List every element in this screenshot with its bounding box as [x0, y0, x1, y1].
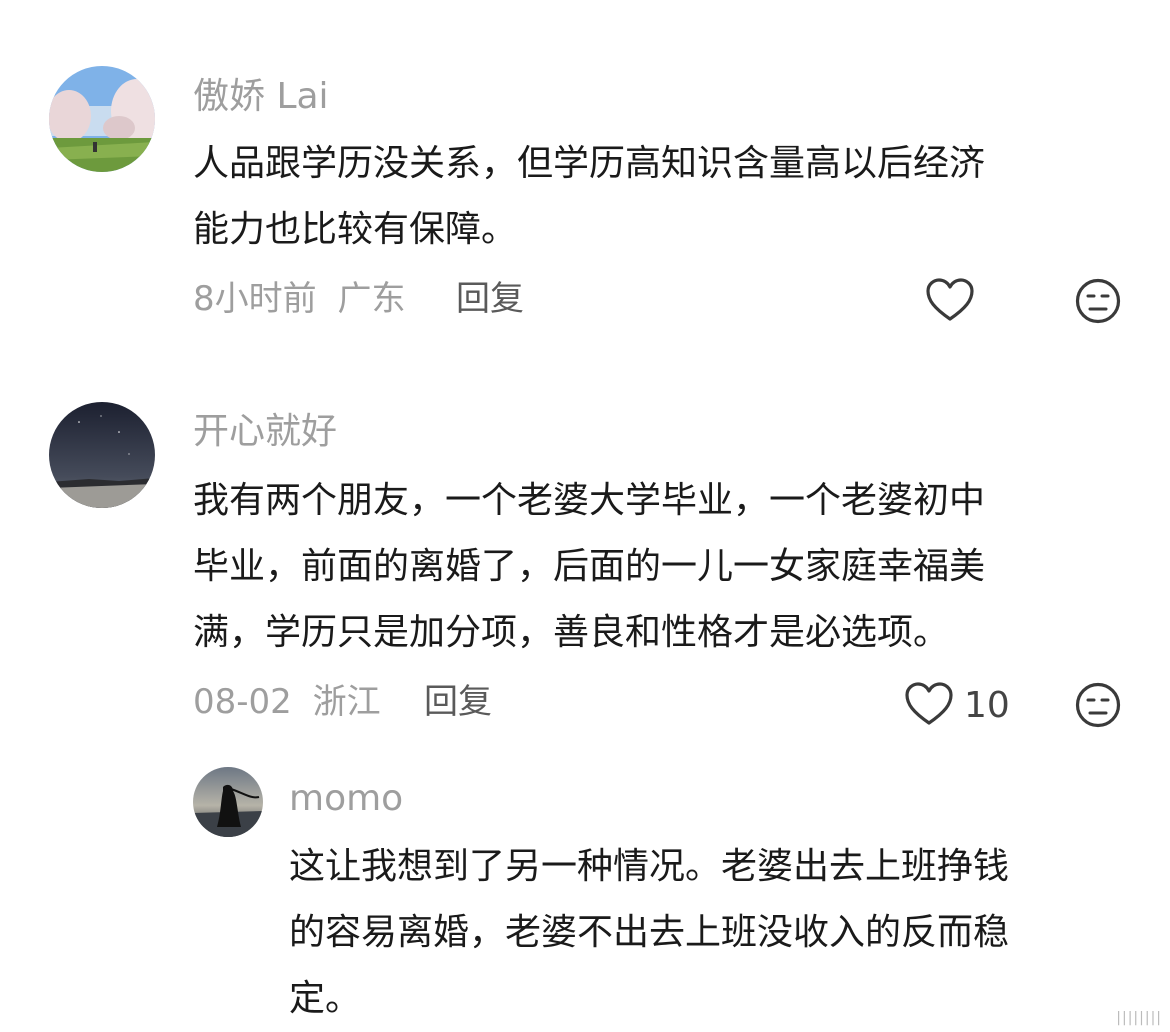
comment-meta: 8小时前 广东: [193, 282, 405, 316]
avatar[interactable]: [49, 66, 155, 172]
comment-text-line: 满，学历只是加分项，善良和性格才是必选项。: [193, 612, 950, 653]
meh-face-icon[interactable]: [1075, 278, 1121, 324]
reply-text-line: 这让我想到了另一种情况。老婆出去上班挣钱: [289, 846, 1010, 887]
avatar[interactable]: [193, 767, 263, 837]
comment-location: 浙江: [312, 682, 381, 722]
reply-text-line: 的容易离婚，老婆不出去上班没收入的反而稳: [289, 912, 1010, 953]
comment-meta: 08-02 浙江: [193, 685, 381, 719]
reply-button[interactable]: 回复: [424, 685, 492, 719]
reply-button[interactable]: 回复: [456, 282, 524, 316]
comment-text-line: 我有两个朋友，一个老婆大学毕业，一个老婆初中: [193, 480, 986, 521]
comment-text-line: 人品跟学历没关系，但学历高知识含量高以后经济: [193, 143, 986, 184]
comment-text: 我有两个朋友，一个老婆大学毕业，一个老婆初中 毕业，前面的离婚了，后面的一儿一女…: [193, 468, 985, 666]
meh-face-icon[interactable]: [1075, 682, 1121, 728]
comment-location: 广东: [337, 279, 406, 319]
comment-text-line: 能力也比较有保障。: [193, 209, 518, 250]
heart-outline-icon[interactable]: [905, 682, 953, 726]
reply-username[interactable]: momo: [289, 781, 403, 817]
avatar[interactable]: [49, 402, 155, 508]
comment-username[interactable]: 傲娇 Lai: [193, 79, 329, 115]
comment-text: 人品跟学历没关系，但学历高知识含量高以后经济 能力也比较有保障。: [193, 131, 985, 263]
reply-text: 这让我想到了另一种情况。老婆出去上班挣钱 的容易离婚，老婆不出去上班没收入的反而…: [289, 834, 1009, 1032]
reply-text-line: 定。: [289, 978, 362, 1019]
comment-time: 08-02: [193, 682, 292, 722]
comment-username[interactable]: 开心就好: [193, 414, 337, 450]
like-count: 10: [964, 685, 1010, 726]
comment-text-line: 毕业，前面的离婚了，后面的一儿一女家庭幸福美: [193, 546, 986, 587]
comment-time: 8小时前: [193, 279, 317, 319]
heart-outline-icon[interactable]: [926, 278, 974, 322]
watermark: ||||||||: [1116, 1010, 1162, 1026]
